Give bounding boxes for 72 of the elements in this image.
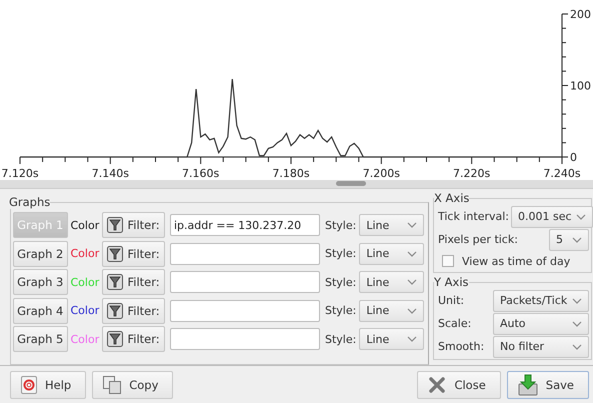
chevron-icon — [407, 336, 417, 342]
y-tick-label: 0 — [570, 151, 577, 164]
filter-field[interactable] — [170, 242, 320, 265]
field-label: Unit: — [438, 294, 464, 307]
filter-button[interactable]: Filter: — [102, 240, 165, 267]
style-dropdown[interactable]: Line — [359, 271, 424, 294]
funnel-icon — [107, 246, 124, 262]
dropdown[interactable]: No filter — [493, 336, 589, 358]
x-tick-label: 7.120s — [1, 167, 39, 180]
style-label: Style: — [324, 218, 356, 232]
chevron-icon — [572, 298, 582, 304]
style-label: Style: — [324, 332, 356, 346]
dropdown[interactable]: Packets/Tick — [493, 290, 589, 312]
group-title: Graphs — [9, 195, 50, 209]
filter-field[interactable] — [170, 328, 320, 350]
style-label: Style: — [324, 304, 356, 318]
x-tick-label: 7.140s — [92, 167, 129, 180]
chevron-icon — [576, 214, 586, 220]
field-label: Smooth: — [438, 340, 484, 353]
chevron-icon — [407, 250, 417, 257]
pixels-per-tick-dropdown[interactable]: 5 — [549, 228, 589, 250]
close-button[interactable]: Close — [417, 370, 501, 398]
tick-interval-dropdown[interactable]: 0.001 sec — [511, 206, 593, 228]
group-title: Y Axis — [434, 275, 469, 289]
x-tick-label: 7.200s — [362, 167, 400, 180]
copy-icon — [103, 376, 122, 394]
group-title: X Axis — [434, 191, 470, 205]
lifebuoy-icon — [21, 376, 37, 394]
filter-button[interactable]: Filter: — [102, 326, 165, 352]
filter-field[interactable] — [170, 271, 320, 294]
style-dropdown[interactable]: Line — [359, 242, 424, 265]
save-button[interactable]: Save — [506, 370, 589, 398]
filter-button[interactable]: Filter: — [102, 269, 165, 296]
funnel-icon — [107, 274, 124, 290]
field-label: Scale: — [438, 317, 472, 330]
pixels-per-tick-label: Pixels per tick: — [438, 233, 518, 246]
x-tick-label: 7.240s — [543, 167, 581, 180]
graph-button[interactable]: Graph 5 — [13, 326, 68, 352]
style-label: Style: — [324, 247, 356, 260]
filter-field[interactable] — [170, 300, 320, 322]
chevron-icon — [407, 222, 417, 228]
chevron-icon — [407, 279, 417, 286]
style-dropdown[interactable]: Line — [359, 300, 424, 322]
graph-button[interactable]: Graph 4 — [13, 298, 68, 324]
funnel-icon — [107, 217, 124, 234]
download-icon — [518, 374, 538, 396]
copy-button[interactable]: Copy — [92, 370, 174, 398]
color-label[interactable]: Color — [70, 247, 100, 260]
style-label: Style: — [324, 276, 356, 289]
y-tick-label: 200 — [570, 8, 591, 21]
graph-button[interactable]: Graph 3 — [13, 269, 68, 296]
tick-interval-label: Tick interval: — [438, 210, 509, 223]
graph-button[interactable]: Graph 2 — [13, 240, 68, 267]
checkbox-label[interactable]: View as time of day — [462, 254, 570, 268]
close-icon — [428, 376, 446, 394]
color-label[interactable]: Color — [70, 304, 100, 318]
x-tick-label: 7.220s — [453, 167, 490, 180]
style-dropdown[interactable]: Line — [359, 328, 424, 350]
chevron-icon — [572, 344, 582, 350]
checkbox[interactable] — [442, 255, 454, 267]
scroll-handle[interactable] — [336, 181, 366, 186]
filter-button[interactable]: Filter: — [102, 298, 165, 324]
chevron-icon — [572, 236, 582, 242]
funnel-icon — [107, 302, 124, 319]
chevron-icon — [572, 320, 582, 326]
chevron-icon — [407, 308, 417, 314]
x-tick-label: 7.180s — [272, 167, 310, 180]
x-tick-label: 7.160s — [182, 167, 220, 180]
y-tick-label: 100 — [570, 80, 591, 92]
funnel-icon — [107, 331, 124, 348]
dropdown[interactable]: Auto — [493, 312, 589, 334]
help-button[interactable]: Help — [10, 370, 86, 398]
